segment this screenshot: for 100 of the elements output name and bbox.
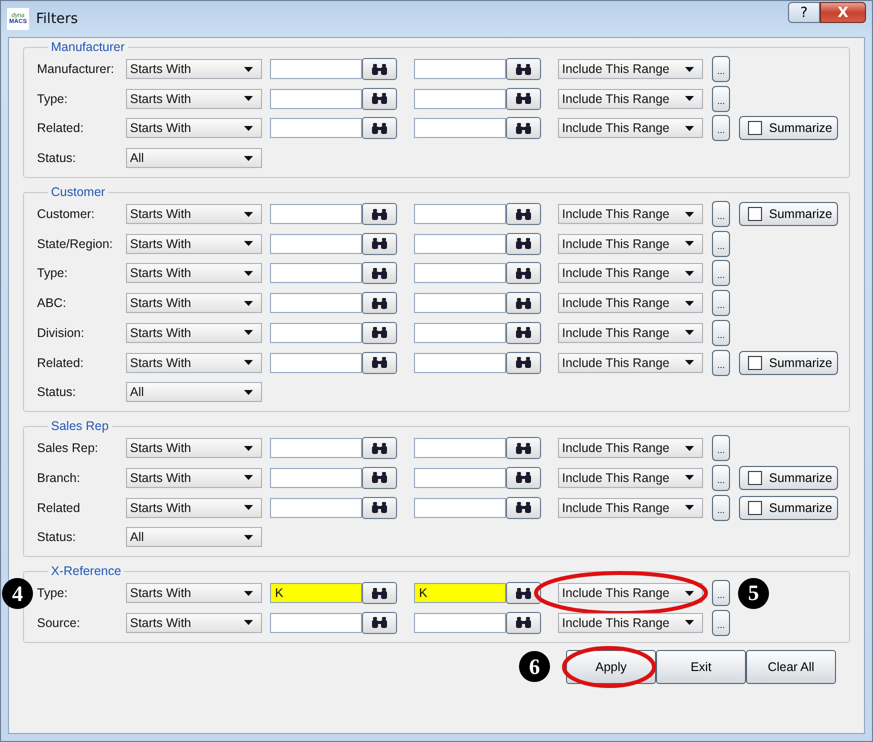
input-field[interactable] [270, 263, 362, 284]
search-button[interactable] [506, 88, 541, 110]
search-button[interactable] [362, 203, 397, 226]
input-field[interactable] [270, 293, 362, 314]
status-dropdown[interactable]: All [126, 527, 262, 548]
input-field[interactable] [414, 59, 506, 79]
search-button[interactable] [506, 437, 541, 460]
range-dropdown[interactable]: Include This Range [558, 438, 703, 458]
match-dropdown[interactable]: Starts With [126, 59, 262, 79]
match-dropdown[interactable]: Starts With [126, 118, 262, 138]
range-dropdown[interactable]: Include This Range [558, 612, 703, 633]
search-button[interactable] [506, 612, 541, 634]
input-field[interactable]: K [414, 583, 506, 604]
search-button[interactable] [362, 322, 397, 344]
match-dropdown[interactable]: Starts With [126, 438, 262, 458]
match-dropdown[interactable]: Starts With [126, 498, 262, 518]
match-dropdown[interactable]: Starts With [126, 352, 262, 372]
input-field[interactable] [270, 438, 362, 458]
match-dropdown[interactable]: Starts With [126, 234, 262, 254]
close-button[interactable]: X [820, 2, 866, 23]
input-field[interactable] [414, 468, 506, 488]
match-dropdown[interactable]: Starts With [126, 468, 262, 488]
search-button[interactable] [362, 58, 397, 80]
search-button[interactable] [506, 58, 541, 80]
input-field[interactable] [270, 612, 362, 633]
input-field[interactable] [414, 293, 506, 314]
summarize-checkbox[interactable]: Summarize [739, 350, 838, 374]
input-field[interactable] [414, 88, 506, 109]
range-dropdown[interactable]: Include This Range [558, 263, 703, 284]
search-button[interactable] [506, 262, 541, 284]
search-button[interactable] [362, 352, 397, 374]
summarize-checkbox[interactable]: Summarize [739, 202, 838, 226]
input-field[interactable] [270, 352, 362, 372]
range-dropdown[interactable]: Include This Range [558, 352, 703, 372]
range-dropdown[interactable]: Include This Range [558, 468, 703, 488]
input-field[interactable] [270, 118, 362, 138]
range-dropdown[interactable]: Include This Range [558, 234, 703, 254]
range-dropdown[interactable]: Include This Range [558, 293, 703, 314]
range-dropdown[interactable]: Include This Range [558, 88, 703, 109]
search-button[interactable] [362, 466, 397, 489]
more-button[interactable]: ... [712, 494, 730, 521]
input-field[interactable] [414, 612, 506, 633]
range-dropdown[interactable]: Include This Range [558, 59, 703, 79]
more-button[interactable]: ... [712, 290, 730, 316]
action-button[interactable]: Exit [656, 650, 746, 684]
input-field[interactable] [414, 234, 506, 254]
more-button[interactable]: ... [712, 464, 730, 491]
search-button[interactable] [362, 232, 397, 255]
summarize-checkbox[interactable]: Summarize [739, 496, 838, 520]
input-field[interactable] [270, 204, 362, 224]
input-field[interactable] [414, 263, 506, 284]
input-field[interactable] [270, 322, 362, 343]
input-field[interactable] [270, 234, 362, 254]
match-dropdown[interactable]: Starts With [126, 583, 262, 604]
more-button[interactable]: ... [712, 230, 730, 257]
search-button[interactable] [362, 88, 397, 110]
range-dropdown[interactable]: Include This Range [558, 498, 703, 518]
input-field[interactable] [414, 204, 506, 224]
search-button[interactable] [506, 322, 541, 344]
input-field[interactable]: K [270, 583, 362, 604]
search-button[interactable] [506, 203, 541, 226]
action-button[interactable]: Clear All [746, 650, 836, 684]
input-field[interactable] [270, 498, 362, 518]
more-button[interactable]: ... [712, 320, 730, 346]
match-dropdown[interactable]: Starts With [126, 293, 262, 314]
input-field[interactable] [270, 59, 362, 79]
search-button[interactable] [362, 292, 397, 314]
more-button[interactable]: ... [712, 86, 730, 112]
search-button[interactable] [506, 117, 541, 140]
status-dropdown[interactable]: All [126, 382, 262, 402]
search-button[interactable] [506, 292, 541, 314]
summarize-checkbox[interactable]: Summarize [739, 116, 838, 140]
range-dropdown[interactable]: Include This Range [558, 204, 703, 224]
more-button[interactable]: ... [712, 260, 730, 286]
search-button[interactable] [506, 466, 541, 489]
search-button[interactable] [362, 582, 397, 604]
search-button[interactable] [362, 262, 397, 284]
search-button[interactable] [506, 232, 541, 255]
match-dropdown[interactable]: Starts With [126, 263, 262, 284]
input-field[interactable] [414, 438, 506, 458]
search-button[interactable] [362, 612, 397, 634]
more-button[interactable]: ... [712, 435, 730, 462]
search-button[interactable] [362, 496, 397, 519]
search-button[interactable] [362, 117, 397, 140]
match-dropdown[interactable]: Starts With [126, 88, 262, 109]
match-dropdown[interactable]: Starts With [126, 612, 262, 633]
input-field[interactable] [270, 88, 362, 109]
search-button[interactable] [506, 496, 541, 519]
input-field[interactable] [414, 322, 506, 343]
status-dropdown[interactable]: All [126, 148, 262, 168]
input-field[interactable] [414, 498, 506, 518]
search-button[interactable] [506, 352, 541, 374]
input-field[interactable] [414, 352, 506, 372]
input-field[interactable] [270, 468, 362, 488]
range-dropdown[interactable]: Include This Range [558, 322, 703, 343]
search-button[interactable] [362, 437, 397, 460]
search-button[interactable] [506, 582, 541, 604]
more-button[interactable]: ... [712, 56, 730, 82]
more-button[interactable]: ... [712, 580, 730, 606]
help-button[interactable]: ? [788, 2, 820, 23]
